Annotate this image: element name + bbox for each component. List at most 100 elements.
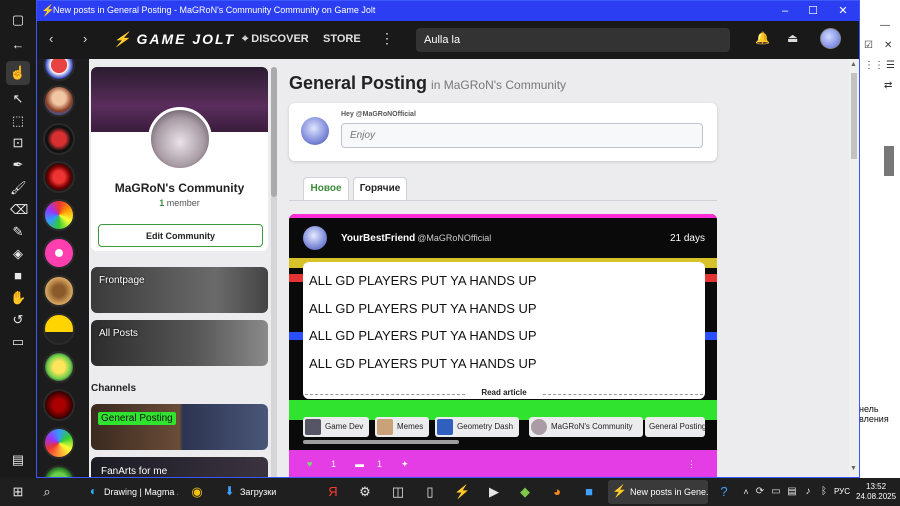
bell-icon[interactable]: 🔔	[755, 31, 770, 45]
language-indicator[interactable]: РУС	[834, 487, 850, 496]
post-more-icon[interactable]: ⋮	[687, 459, 696, 470]
tab-new[interactable]: Новое	[303, 177, 349, 201]
tags-scrollbar[interactable]	[303, 440, 459, 444]
search-icon[interactable]: ⌕	[39, 484, 55, 500]
taskbar-app-gamejolt[interactable]: ⚡ New posts in Gene...	[608, 480, 708, 504]
user-avatar[interactable]	[820, 28, 841, 49]
all-posts-tile[interactable]: All Posts	[91, 320, 268, 366]
play-icon[interactable]: ▶	[486, 484, 502, 500]
store-link[interactable]: STORE	[323, 33, 361, 45]
layers-icon[interactable]: ▢	[10, 12, 26, 28]
community-avatar[interactable]	[43, 275, 75, 307]
taskbar-app-downloads[interactable]: ⬇ Загрузки	[218, 480, 300, 504]
gamejolt-logo[interactable]: ⚡ GAME JOLT	[113, 31, 235, 48]
gamejolt-task-icon[interactable]: ⚡	[454, 484, 470, 500]
community-subtitle-link[interactable]: in MaGRoN's Community	[431, 78, 566, 92]
post-input[interactable]	[341, 123, 703, 148]
eyedropper-icon[interactable]: ✒	[10, 157, 26, 173]
sync-icon[interactable]: ⟳	[752, 484, 768, 500]
close-bg-icon[interactable]: ✕	[884, 40, 892, 52]
fill-bucket-icon[interactable]: ◈	[10, 246, 26, 262]
sidebar-scrollbar[interactable]	[271, 67, 277, 477]
app-square-icon[interactable]: ■	[581, 484, 597, 500]
tag-game-dev[interactable]: Game Dev	[303, 417, 370, 437]
tray-icon[interactable]: ▭	[768, 484, 784, 500]
article-preview[interactable]: ALL GD PLAYERS PUT YA HANDS UP ALL GD PL…	[303, 262, 705, 399]
community-avatar[interactable]	[43, 427, 75, 459]
like-icon[interactable]: ♥	[307, 459, 312, 469]
maximize-button[interactable]: ☐	[805, 3, 821, 19]
like-count[interactable]: 1	[331, 459, 336, 469]
yandex-icon[interactable]: Я	[325, 484, 341, 500]
community-name[interactable]: MaGRoN's Community	[91, 181, 268, 195]
forward-button[interactable]: ›	[83, 31, 87, 46]
network-icon[interactable]: ▤	[784, 484, 800, 500]
eraser-icon[interactable]: ⌫	[10, 202, 28, 218]
select-icon[interactable]: ⬚	[10, 113, 26, 129]
help-icon[interactable]: ?	[716, 484, 732, 500]
close-button[interactable]: ✕	[835, 3, 851, 19]
edit-community-button[interactable]: Edit Community	[98, 224, 263, 247]
read-article-row[interactable]: Read article	[303, 388, 705, 399]
clock[interactable]: 13:52 24.08.2025	[856, 482, 896, 502]
start-icon[interactable]: ⊞	[10, 484, 26, 500]
more-menu-icon[interactable]: ⋮	[380, 30, 394, 47]
back-arrow-icon[interactable]: ←	[10, 37, 26, 53]
tag-memes[interactable]: Memes	[375, 417, 430, 437]
filmstrip-icon[interactable]: ▤	[10, 452, 26, 468]
scroll-up-icon[interactable]: ▲	[850, 61, 857, 68]
notepad-icon[interactable]: ▯	[422, 484, 438, 500]
comment-count[interactable]: 1	[377, 459, 382, 469]
undo-icon[interactable]: ↺	[10, 312, 26, 328]
community-avatar[interactable]	[43, 237, 75, 269]
bluetooth-icon[interactable]: ᛒ	[816, 484, 832, 500]
community-avatar[interactable]	[43, 465, 75, 477]
tag-general-posting[interactable]: General Posting	[645, 417, 705, 437]
minimize-bg-icon[interactable]: —	[880, 20, 890, 32]
post-author-avatar[interactable]	[303, 226, 327, 250]
sidebar-scroll-thumb[interactable]	[271, 67, 277, 197]
taskbar-app-magma[interactable]: ◐ Drawing | Magma ...	[82, 480, 178, 504]
comment-icon[interactable]: ▭	[10, 334, 26, 350]
member-count[interactable]: 1 member	[91, 198, 268, 208]
transform-icon[interactable]: ⊡	[10, 135, 26, 151]
community-avatar[interactable]	[43, 123, 75, 155]
community-avatar-large[interactable]	[148, 107, 212, 171]
tag-geometry-dash[interactable]: Geometry Dash	[435, 417, 520, 437]
tag-community[interactable]: MaGRoN's Community	[529, 417, 643, 437]
hand-icon[interactable]: ✋	[10, 290, 26, 306]
community-avatar[interactable]	[43, 199, 75, 231]
post-author[interactable]: YourBestFriend @MaGRoNOfficial	[341, 233, 491, 244]
discover-link[interactable]: ⌖ DISCOVER	[242, 33, 309, 46]
scroll-down-icon[interactable]: ▼	[850, 465, 857, 472]
read-article-link[interactable]: Read article	[303, 388, 705, 397]
frontpage-tile[interactable]: Frontpage	[91, 267, 268, 313]
community-avatar[interactable]	[43, 351, 75, 383]
community-avatar[interactable]	[43, 389, 75, 421]
community-avatar[interactable]	[43, 85, 75, 117]
channel-fanarts[interactable]: FanArts for me	[91, 457, 268, 477]
channel-general-posting[interactable]: General Posting	[91, 404, 268, 450]
map-pin-icon[interactable]: ◆	[517, 484, 533, 500]
move-icon[interactable]: ↖	[10, 91, 26, 107]
roblox-icon[interactable]: ◫	[390, 484, 406, 500]
page-scrollbar[interactable]: ▲ ▼	[849, 59, 859, 477]
brush-icon[interactable]: 🖌	[10, 180, 27, 196]
composer-avatar[interactable]	[301, 117, 329, 145]
page-scroll-thumb[interactable]	[851, 73, 857, 159]
sticker-icon[interactable]: ✦	[401, 459, 409, 470]
post-time[interactable]: 21 days	[670, 233, 705, 244]
community-avatar[interactable]	[43, 161, 75, 193]
back-button[interactable]: ‹	[49, 31, 53, 46]
search-input[interactable]	[416, 28, 730, 52]
volume-icon[interactable]: ♪	[800, 484, 816, 500]
smudge-icon[interactable]: ✎	[10, 224, 26, 240]
hand-pan-icon[interactable]: ☝	[6, 61, 30, 85]
firefox-icon[interactable]: ◕	[549, 484, 565, 500]
tab-hot[interactable]: Горячие	[353, 177, 407, 201]
comment-icon[interactable]: ▬	[355, 459, 364, 469]
minimize-button[interactable]: –	[777, 3, 793, 19]
community-avatar[interactable]	[43, 313, 75, 345]
settings-icon[interactable]: ⚙	[357, 484, 373, 500]
activity-icon[interactable]: ⏏	[787, 31, 798, 45]
